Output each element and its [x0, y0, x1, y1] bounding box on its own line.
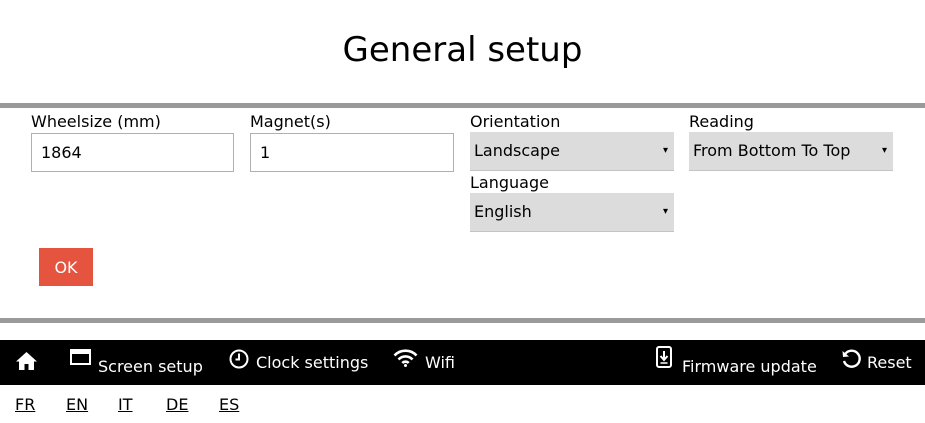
lang-link-es[interactable]: ES: [219, 395, 239, 415]
orientation-select[interactable]: Landscape ▾: [470, 132, 674, 171]
ok-button[interactable]: OK: [39, 248, 93, 286]
nav-screen-setup-label: Screen setup: [98, 357, 203, 376]
wifi-icon: [393, 348, 418, 371]
download-icon: [656, 345, 672, 372]
bottom-divider: [0, 318, 925, 323]
clock-icon: [229, 349, 249, 373]
nav-screen-setup[interactable]: Screen setup: [70, 340, 203, 385]
dropdown-arrow-icon: ▾: [662, 145, 668, 156]
reading-label: Reading: [689, 112, 754, 131]
home-icon: [15, 351, 38, 375]
dropdown-arrow-icon: ▾: [881, 145, 887, 156]
reading-select[interactable]: From Bottom To Top ▾: [689, 132, 893, 171]
nav-firmware-update[interactable]: Firmware update: [656, 340, 817, 385]
nav-reset-label: Reset: [867, 353, 912, 372]
wheelsize-label: Wheelsize (mm): [31, 112, 161, 131]
page-title: General setup: [342, 30, 583, 70]
reading-value: From Bottom To Top: [693, 141, 851, 160]
screen-icon: [70, 348, 91, 369]
nav-clock-settings-label: Clock settings: [256, 353, 369, 372]
lang-link-en[interactable]: EN: [66, 395, 88, 415]
nav-home[interactable]: [15, 340, 45, 385]
magnets-input[interactable]: [250, 133, 454, 172]
magnets-label: Magnet(s): [250, 112, 331, 131]
nav-firmware-update-label: Firmware update: [682, 357, 817, 376]
language-value: English: [474, 202, 532, 221]
dropdown-arrow-icon: ▾: [662, 206, 668, 217]
nav-wifi-label: Wifi: [425, 353, 455, 372]
nav-wifi[interactable]: Wifi: [393, 340, 455, 385]
navbar: Screen setup Clock settings Wifi Firmwar…: [0, 340, 925, 385]
top-divider: [0, 103, 925, 108]
reset-icon: [841, 349, 861, 373]
language-label: Language: [470, 173, 549, 192]
wheelsize-input[interactable]: [31, 133, 234, 172]
lang-link-it[interactable]: IT: [118, 395, 133, 415]
nav-clock-settings[interactable]: Clock settings: [229, 340, 368, 385]
orientation-value: Landscape: [474, 141, 560, 160]
lang-link-de[interactable]: DE: [166, 395, 188, 415]
language-select[interactable]: English ▾: [470, 193, 674, 232]
orientation-label: Orientation: [470, 112, 561, 131]
lang-link-fr[interactable]: FR: [15, 395, 35, 415]
nav-reset[interactable]: Reset: [841, 340, 912, 385]
